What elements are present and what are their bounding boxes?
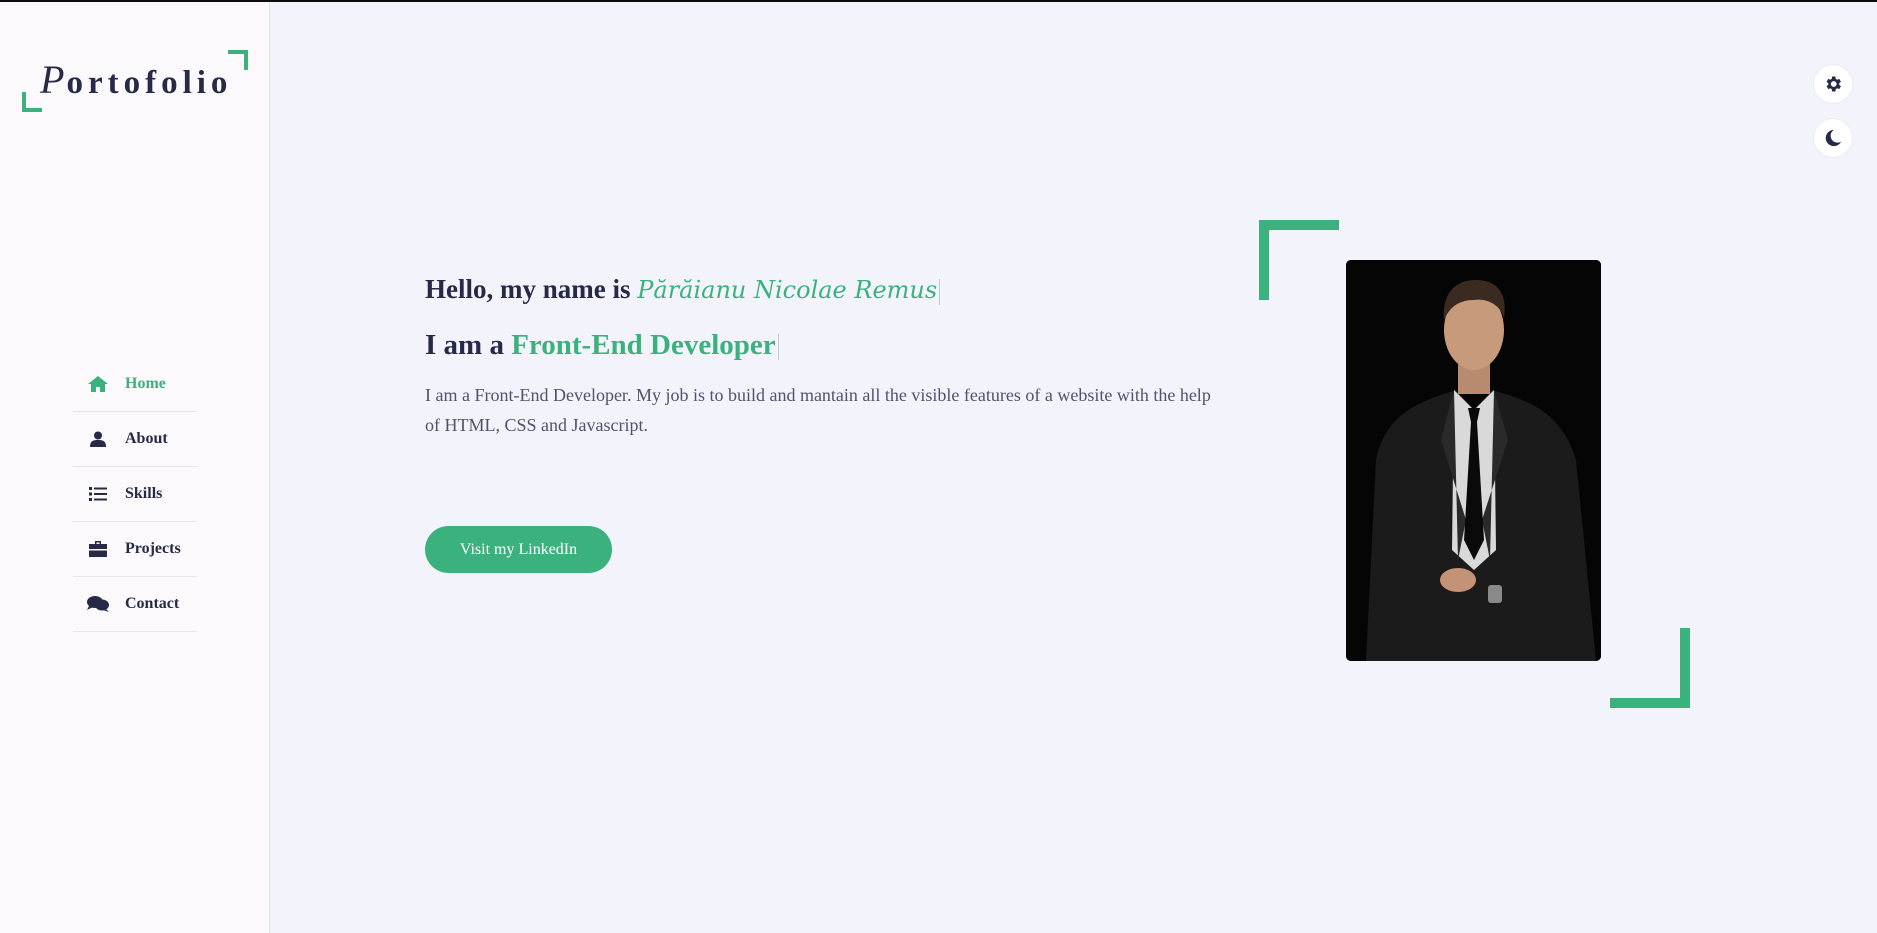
gear-icon bbox=[1826, 76, 1841, 92]
nav-item-about[interactable]: About bbox=[73, 412, 197, 467]
role-text: Front-End Developer bbox=[511, 329, 776, 361]
hero-description: I am a Front-End Developer. My job is to… bbox=[425, 385, 1211, 435]
main-nav: Home About Skills Projects Contact bbox=[73, 357, 197, 632]
nav-label: Skills bbox=[125, 485, 163, 502]
nav-item-skills[interactable]: Skills bbox=[73, 467, 197, 522]
photo-frame-bottom-right bbox=[1610, 628, 1690, 708]
logo-text: Portofolio bbox=[40, 57, 233, 102]
logo-corner-bottom-left bbox=[22, 92, 42, 112]
comments-icon bbox=[87, 595, 109, 613]
nav-label: Contact bbox=[125, 595, 180, 612]
moon-icon bbox=[1825, 129, 1842, 147]
list-icon bbox=[87, 485, 109, 503]
typing-cursor bbox=[939, 278, 941, 305]
profile-photo-illustration bbox=[1346, 260, 1601, 661]
hero-section: Hello, my name is Părăianu Nicolae Remus… bbox=[425, 274, 1225, 573]
nav-label: About bbox=[125, 430, 168, 447]
sidebar: Portofolio Home About Skills Projects Co… bbox=[0, 2, 270, 933]
profile-photo bbox=[1346, 260, 1601, 661]
owner-name: Părăianu Nicolae Remus bbox=[637, 276, 938, 304]
nav-label: Projects bbox=[125, 540, 181, 557]
typing-cursor bbox=[777, 334, 779, 361]
nav-item-home[interactable]: Home bbox=[73, 357, 197, 412]
nav-label: Home bbox=[125, 375, 166, 392]
photo-frame-top-left bbox=[1259, 220, 1339, 300]
greeting-heading: Hello, my name is Părăianu Nicolae Remus bbox=[425, 274, 1225, 305]
greeting-text: Hello, my name is bbox=[425, 274, 638, 304]
user-icon bbox=[87, 430, 109, 448]
logo[interactable]: Portofolio bbox=[22, 50, 248, 112]
nav-item-contact[interactable]: Contact bbox=[73, 577, 197, 632]
nav-item-projects[interactable]: Projects bbox=[73, 522, 197, 577]
role-prefix: I am a bbox=[425, 329, 512, 361]
linkedin-button[interactable]: Visit my LinkedIn bbox=[425, 526, 612, 573]
briefcase-icon bbox=[87, 540, 109, 558]
theme-toggle-button[interactable] bbox=[1813, 118, 1853, 158]
home-icon bbox=[87, 375, 109, 393]
role-heading: I am a Front-End Developer bbox=[425, 329, 1225, 362]
settings-button[interactable] bbox=[1813, 64, 1853, 104]
